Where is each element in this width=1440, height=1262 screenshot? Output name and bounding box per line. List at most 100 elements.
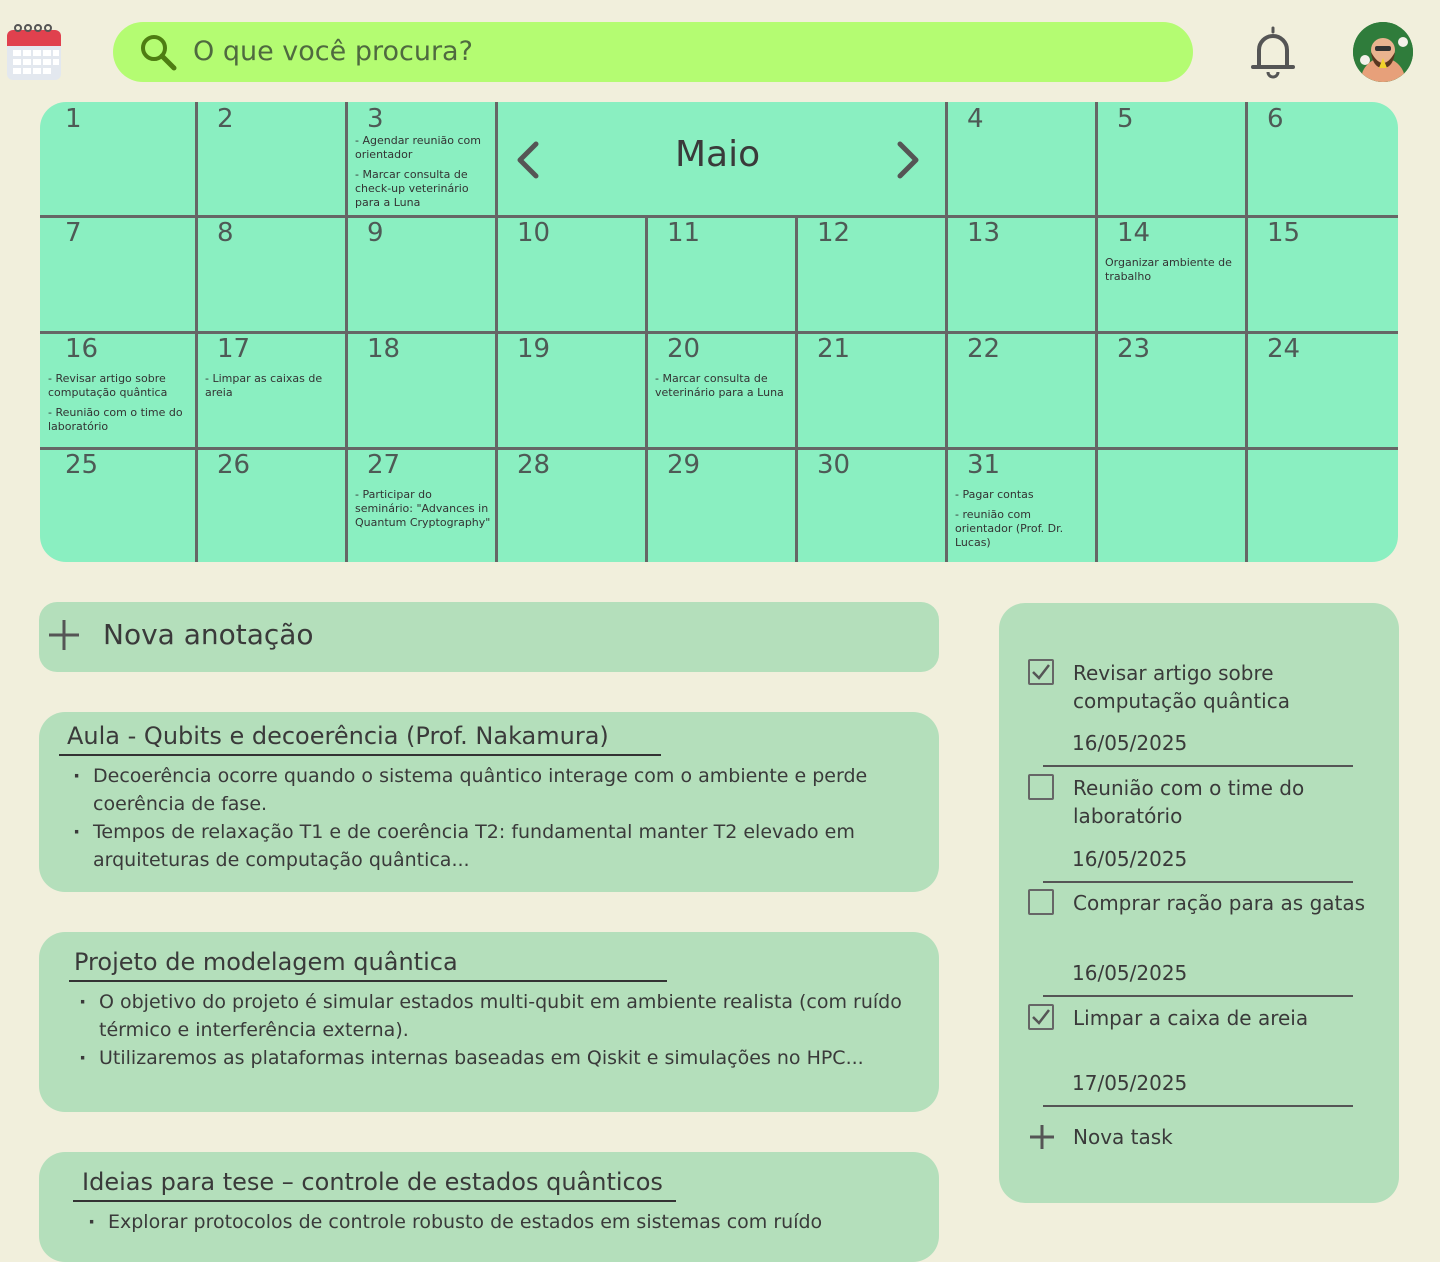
- search-icon[interactable]: [137, 31, 179, 73]
- day-note[interactable]: - Revisar artigo sobre computação quânti…: [48, 372, 191, 400]
- day-number: 25: [65, 450, 99, 480]
- plus-icon: [1030, 1125, 1054, 1149]
- day-note[interactable]: - Pagar contas: [955, 488, 1091, 502]
- note-bullets: Decoerência ocorre quando o sistema quân…: [69, 762, 899, 874]
- task-date: 16/05/2025: [1072, 847, 1188, 871]
- day-cell-8[interactable]: 8: [197, 216, 347, 332]
- day-number: 14: [1117, 218, 1151, 248]
- day-cell-31[interactable]: 31 - Pagar contas - reunião com orientador…: [947, 448, 1097, 562]
- day-number: 26: [217, 450, 251, 480]
- day-number: 16: [65, 334, 99, 364]
- day-cell-10[interactable]: 10: [497, 216, 647, 332]
- day-note[interactable]: - Agendar reunião com orientador: [355, 134, 491, 162]
- note-card[interactable]: Ideias para tese – controle de estados q…: [39, 1152, 939, 1262]
- task-date: 17/05/2025: [1072, 1071, 1188, 1095]
- new-task-label: Nova task: [1073, 1125, 1173, 1149]
- day-number: 30: [817, 450, 851, 480]
- plus-icon: [47, 618, 81, 652]
- note-title: Projeto de modelagem quântica: [74, 948, 458, 976]
- task-checkbox[interactable]: [1028, 659, 1054, 685]
- day-cell-22[interactable]: 22: [947, 332, 1097, 448]
- day-number: 23: [1117, 334, 1151, 364]
- day-note[interactable]: - reunião com orientador (Prof. Dr. Luca…: [955, 508, 1091, 550]
- day-cell-25[interactable]: 25: [40, 448, 197, 562]
- note-card[interactable]: Aula - Qubits e decoerência (Prof. Nakam…: [39, 712, 939, 892]
- day-cell-15[interactable]: 15: [1247, 216, 1398, 332]
- search-bar[interactable]: O que você procura?: [113, 22, 1193, 82]
- new-note-button[interactable]: Nova anotação: [39, 602, 939, 672]
- day-number: 11: [667, 218, 701, 248]
- note-bullet: O objetivo do projeto é simular estados …: [75, 988, 937, 1044]
- day-cell-21[interactable]: 21: [797, 332, 947, 448]
- day-notes: - Revisar artigo sobre computação quânti…: [48, 372, 191, 440]
- day-cell-4[interactable]: 4: [947, 102, 1097, 216]
- day-notes: - Limpar as caixas de areia: [205, 372, 341, 406]
- tasks-panel: Revisar artigo sobre computação quântica…: [999, 603, 1399, 1203]
- day-cell-7[interactable]: 7: [40, 216, 197, 332]
- day-cell-30[interactable]: 30: [797, 448, 947, 562]
- title-underline: [69, 980, 667, 982]
- bell-icon[interactable]: [1249, 24, 1297, 80]
- day-note[interactable]: - Marcar consulta de veterinário para a …: [655, 372, 791, 400]
- day-number: 12: [817, 218, 851, 248]
- day-cell-5[interactable]: 5: [1097, 102, 1247, 216]
- day-number: 3: [367, 104, 384, 134]
- day-note[interactable]: - Participar do seminário: "Advances in …: [355, 488, 491, 530]
- day-number: 20: [667, 334, 701, 364]
- day-note[interactable]: - Reunião com o time do laboratório: [48, 406, 191, 434]
- day-number: 24: [1267, 334, 1301, 364]
- day-cell-16[interactable]: 16 - Revisar artigo sobre computação quân…: [40, 332, 197, 448]
- avatar[interactable]: [1353, 22, 1413, 82]
- day-number: 31: [967, 450, 1001, 480]
- note-card[interactable]: Projeto de modelagem quântica O objetivo…: [39, 932, 939, 1112]
- day-cell-27[interactable]: 27 - Participar do seminário: "Advances i…: [347, 448, 497, 562]
- day-cell-13[interactable]: 13: [947, 216, 1097, 332]
- day-number: 2: [217, 104, 234, 134]
- note-bullets: O objetivo do projeto é simular estados …: [75, 988, 937, 1072]
- task-date: 16/05/2025: [1072, 731, 1188, 755]
- day-cell-18[interactable]: 18: [347, 332, 497, 448]
- new-task-button[interactable]: Nova task: [1028, 1121, 1228, 1153]
- new-note-label: Nova anotação: [103, 618, 314, 651]
- day-number: 6: [1267, 104, 1284, 134]
- day-cell-29[interactable]: 29: [647, 448, 797, 562]
- day-cell-19[interactable]: 19: [497, 332, 647, 448]
- day-cell-17[interactable]: 17 - Limpar as caixas de areia: [197, 332, 347, 448]
- day-notes: - Agendar reunião com orientador - Marcar…: [355, 134, 491, 216]
- day-cell-23[interactable]: 23: [1097, 332, 1247, 448]
- next-month-button[interactable]: [894, 140, 922, 180]
- day-cell-6[interactable]: 6: [1247, 102, 1398, 216]
- day-cell-1[interactable]: 1: [40, 102, 197, 216]
- day-number: 29: [667, 450, 701, 480]
- task-checkbox[interactable]: [1028, 1004, 1054, 1030]
- title-underline: [59, 754, 661, 756]
- day-cell-9[interactable]: 9: [347, 216, 497, 332]
- day-note[interactable]: - Marcar consulta de check-up veterinári…: [355, 168, 491, 210]
- task-label: Comprar ração para as gatas: [1073, 891, 1366, 915]
- day-note[interactable]: - Limpar as caixas de areia: [205, 372, 341, 400]
- note-bullet: Decoerência ocorre quando o sistema quân…: [69, 762, 899, 818]
- note-bullet: Tempos de relaxação T1 e de coerência T2…: [69, 818, 899, 874]
- day-cell-26[interactable]: 26: [197, 448, 347, 562]
- task-date: 16/05/2025: [1072, 961, 1188, 985]
- search-input[interactable]: O que você procura?: [193, 36, 473, 67]
- month-title: Maio: [675, 134, 761, 175]
- day-number: 5: [1117, 104, 1134, 134]
- day-cell-11[interactable]: 11: [647, 216, 797, 332]
- day-cell-2[interactable]: 2: [197, 102, 347, 216]
- day-cell-20[interactable]: 20 - Marcar consulta de veterinário para …: [647, 332, 797, 448]
- day-notes: - Pagar contas - reunião com orientador (…: [955, 488, 1091, 556]
- day-cell-28[interactable]: 28: [497, 448, 647, 562]
- prev-month-button[interactable]: [514, 140, 542, 180]
- task-label: Revisar artigo sobre computação quântica: [1073, 661, 1290, 713]
- task-divider: [1043, 765, 1353, 767]
- day-cell-24[interactable]: 24: [1247, 332, 1398, 448]
- task-checkbox[interactable]: [1028, 774, 1054, 800]
- calendar-icon[interactable]: [6, 22, 62, 82]
- day-cell-12[interactable]: 12: [797, 216, 947, 332]
- day-note[interactable]: Organizar ambiente de trabalho: [1105, 256, 1241, 284]
- day-cell-3[interactable]: 3- Agendar reunião com orientador - Marca…: [347, 102, 497, 216]
- task-divider: [1043, 1105, 1353, 1107]
- task-checkbox[interactable]: [1028, 889, 1054, 915]
- day-cell-14[interactable]: 14 Organizar ambiente de trabalho: [1097, 216, 1247, 332]
